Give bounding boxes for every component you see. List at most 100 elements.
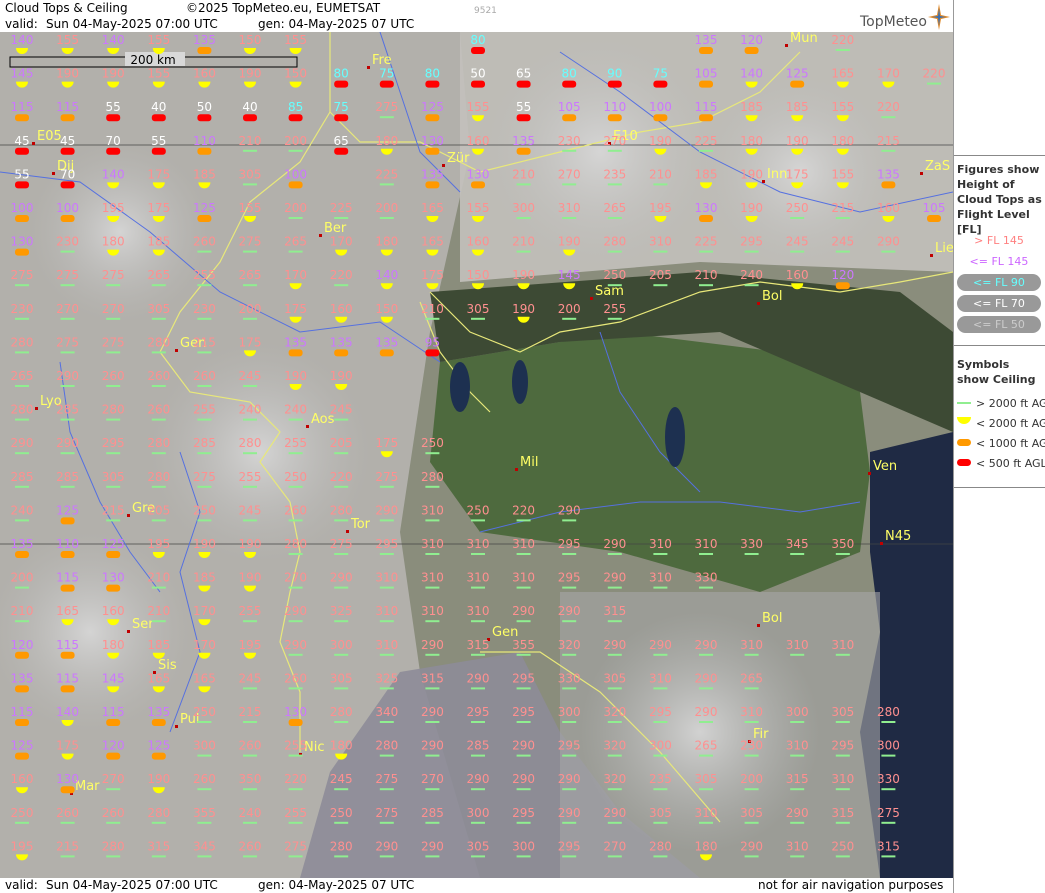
cloud-top-value: 315 xyxy=(831,806,854,820)
cloud-top-value: 130 xyxy=(56,772,79,786)
ceiling-symbol xyxy=(699,821,713,824)
ceiling-symbol xyxy=(607,149,622,152)
cloud-top-value: 190 xyxy=(740,167,763,181)
cloud-top-value: 80 xyxy=(470,33,485,47)
ceiling-symbol xyxy=(106,788,121,791)
ceiling-symbol xyxy=(15,284,29,287)
ceiling-symbol xyxy=(334,553,349,555)
ceiling-symbol xyxy=(516,147,531,155)
ceiling-symbol xyxy=(562,586,577,589)
cloud-top-value: 210 xyxy=(147,604,170,618)
cloud-top-value: 270 xyxy=(558,167,581,181)
ceiling-symbol xyxy=(15,719,29,726)
ceiling-symbol xyxy=(106,752,121,760)
cloud-top-value: 290 xyxy=(421,739,444,753)
ceiling-symbol xyxy=(425,687,440,690)
cloud-top-value: 200 xyxy=(239,302,262,316)
cloud-top-value: 290 xyxy=(603,537,626,551)
satellite-map[interactable]: 200 km Mun Fre Dij Zür Inn ZaS Ber Lie Sam Bol Gen… xyxy=(0,32,953,878)
ceiling-symbol xyxy=(425,317,440,320)
city-label: Sam xyxy=(595,284,624,299)
ceiling-symbol xyxy=(60,786,75,794)
cloud-top-value: 315 xyxy=(467,638,490,652)
cloud-top-value: 200 xyxy=(284,201,307,215)
ceiling-symbol xyxy=(379,349,394,357)
cloud-top-value: 350 xyxy=(239,772,262,786)
ceiling-symbol xyxy=(653,80,668,88)
ceiling-symbol xyxy=(790,217,805,219)
cloud-top-value: 210 xyxy=(512,235,535,249)
cloud-top-value: 40 xyxy=(242,100,257,114)
cloud-top-value: 180 xyxy=(330,739,353,753)
ceiling-symbol xyxy=(562,80,577,88)
cloud-top-value: 295 xyxy=(512,806,535,820)
ceiling-symbol xyxy=(516,250,531,253)
cloud-top-value: 305 xyxy=(695,772,718,786)
ceiling-symbol xyxy=(835,788,850,791)
cloud-top-value: 210 xyxy=(512,167,535,181)
ceiling-legend-label: < 2000 ft AGL xyxy=(976,417,1045,430)
ceiling-symbol xyxy=(288,452,303,455)
ceiling-symbol xyxy=(744,821,759,824)
ceiling-symbol xyxy=(60,452,75,455)
ceiling-symbol xyxy=(334,620,349,623)
cloud-top-value: 150 xyxy=(239,33,262,47)
cloud-top-value: 290 xyxy=(695,638,718,652)
cloud-top-value: 175 xyxy=(56,739,79,753)
ceiling-symbol xyxy=(744,284,759,287)
ceiling-symbol xyxy=(562,183,577,186)
cloud-top-value: 310 xyxy=(421,537,444,551)
cloud-top-value: 295 xyxy=(558,739,581,753)
ceiling-symbol xyxy=(607,754,622,757)
ceiling-symbol xyxy=(15,317,29,320)
map-header: Cloud Tops & Ceiling ©2025 TopMeteo.eu, … xyxy=(0,0,953,32)
ceiling-symbol xyxy=(471,855,485,858)
cloud-top-value: 130 xyxy=(421,134,444,148)
cloud-top-value: 125 xyxy=(786,67,809,81)
cloud-top-value: 255 xyxy=(603,302,626,316)
ceiling-symbol xyxy=(60,284,75,287)
ceiling-symbol xyxy=(607,183,622,186)
ceiling-symbol xyxy=(835,721,850,723)
cloud-top-value: 295 xyxy=(375,537,398,551)
cloud-top-value: 275 xyxy=(375,470,398,484)
ceiling-symbol xyxy=(379,183,394,186)
ceiling-symbol xyxy=(653,855,668,858)
legend-panel: Figures show Height of Cloud Tops as Fli… xyxy=(953,0,1045,893)
ceiling-symbol xyxy=(197,418,212,421)
ceiling-symbol xyxy=(288,620,303,623)
cloud-top-value: 300 xyxy=(877,739,900,753)
cloud-top-value: 140 xyxy=(740,67,763,81)
cloud-top-value: 130 xyxy=(102,571,125,585)
ceiling-symbol xyxy=(334,418,349,421)
city-dot-icon xyxy=(880,542,883,545)
cloud-top-value: 165 xyxy=(831,67,854,81)
valid-label: valid: xyxy=(5,17,38,31)
cloud-top-value: 280 xyxy=(11,335,34,349)
ceiling-symbol xyxy=(379,653,394,656)
cloud-top-value: 325 xyxy=(375,671,398,685)
cloud-top-value: 155 xyxy=(147,33,170,47)
ceiling-symbol xyxy=(425,485,440,488)
cloud-top-value: 135 xyxy=(695,33,718,47)
ceiling-symbol xyxy=(243,485,257,488)
ceiling-symbol xyxy=(151,317,166,320)
cloud-top-value: 270 xyxy=(603,839,626,853)
city-dot-icon xyxy=(920,172,923,175)
cloud-top-value: 305 xyxy=(649,806,672,820)
ceiling-symbol xyxy=(379,721,394,723)
cloud-top-value: 165 xyxy=(56,604,79,618)
ceiling-symbol xyxy=(151,385,166,387)
cloud-top-value: 300 xyxy=(512,839,535,853)
ceiling-symbol xyxy=(425,653,440,656)
city-dot-icon xyxy=(175,725,178,728)
tops-legend-item: <= FL 90 xyxy=(957,274,1041,291)
cloud-top-value: 280 xyxy=(239,436,262,450)
cloud-top-value: 135 xyxy=(147,705,170,719)
ceiling-symbol xyxy=(835,217,850,219)
cloud-top-value: 155 xyxy=(239,201,262,215)
city-dot-icon xyxy=(127,630,130,633)
ceiling-symbol xyxy=(106,855,121,858)
ceiling-symbol xyxy=(15,685,29,693)
city-dot-icon xyxy=(35,407,38,410)
